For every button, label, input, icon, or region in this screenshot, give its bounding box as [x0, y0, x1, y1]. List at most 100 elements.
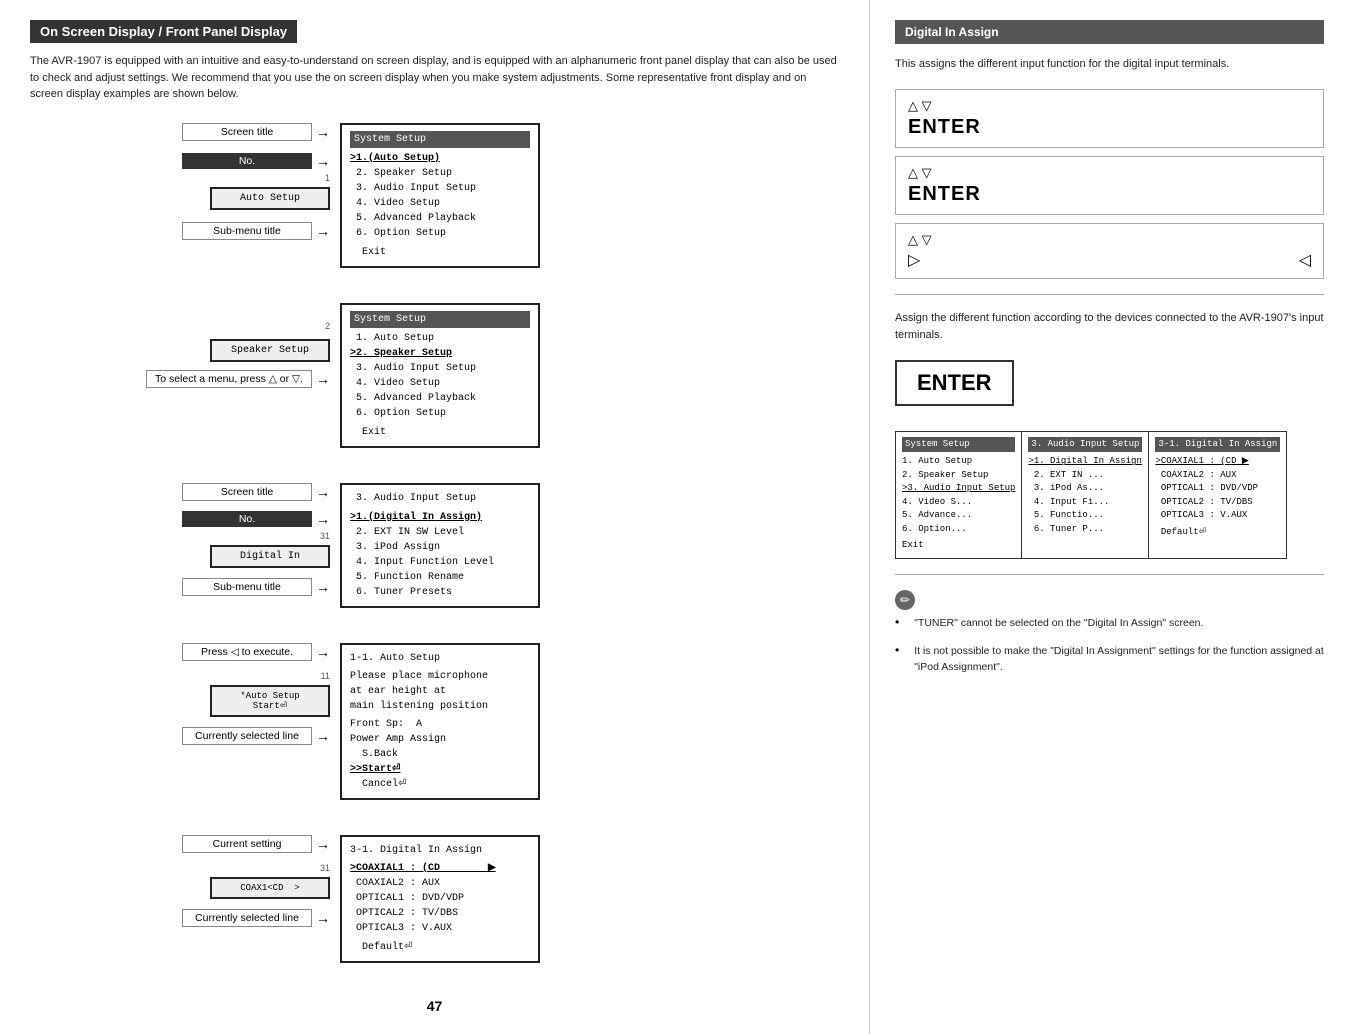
row4-left: Press ◁ to execute. → 11 *Auto Setup Sta…: [30, 643, 340, 745]
note-1: • "TUNER" cannot be selected on the "Dig…: [895, 615, 1324, 637]
step3-triangles: △ ▽: [908, 232, 1311, 248]
ns1-l6: 6. Option...: [902, 523, 1015, 537]
right-desc2: Assign the different function according …: [895, 310, 1324, 345]
ns1-l5: 5. Advance...: [902, 509, 1015, 523]
ns3-l5: OPTICAL3 : V.AUX: [1155, 509, 1280, 523]
front-display-5: COAX1<CD >: [210, 877, 330, 899]
ns2-l6: 6. Tuner P...: [1028, 523, 1142, 537]
screen3-line5: 5. Function Rename: [350, 570, 530, 585]
step3-play-icon: ▷: [908, 250, 920, 270]
screen-5: 3-1. Digital In Assign >COAXIAL1 : (CD ▶…: [340, 835, 540, 963]
label-current-setting: Current setting: [182, 835, 312, 853]
ns3-l3: OPTICAL1 : DVD/VDP: [1155, 482, 1280, 496]
nested-screen-3: 3-1. Digital In Assign >COAXIAL1 : (CD ▶…: [1148, 431, 1287, 559]
screen2-exit: Exit: [350, 425, 530, 440]
screen5-line5: OPTICAL3 : V.AUX: [350, 921, 530, 936]
ns2-l2: 2. EXT IN ...: [1028, 469, 1142, 483]
right-section-title: Digital In Assign: [895, 20, 1324, 44]
row2-screen: System Setup 1. Auto Setup >2. Speaker S…: [340, 303, 839, 448]
screen1-line6: 6. Option Setup: [350, 226, 530, 241]
screen1-line5: 5. Advanced Playback: [350, 211, 530, 226]
screen4-line5: Power Amp Assign: [350, 732, 530, 747]
screen2-line3: 3. Audio Input Setup: [350, 361, 530, 376]
step3-back-icon: ◁: [1299, 250, 1311, 270]
ns1-header: System Setup: [902, 437, 1015, 453]
step-2-box: △ ▽ ENTER: [895, 156, 1324, 215]
row1-screen: System Setup >1.(Auto Setup) 2. Speaker …: [340, 123, 839, 268]
screen-1: System Setup >1.(Auto Setup) 2. Speaker …: [340, 123, 540, 268]
ns1-l4: 4. Video S...: [902, 496, 1015, 510]
ns3-default: Default⏎: [1155, 526, 1280, 540]
right-panel: Digital In Assign This assigns the diffe…: [870, 0, 1349, 1034]
front-display-3: Digital In: [210, 545, 330, 568]
screen2-line6: 6. Option Setup: [350, 406, 530, 421]
ns2-l1: >1. Digital In Assign: [1028, 455, 1142, 469]
step2-key: ENTER: [908, 183, 1311, 206]
row4-screen: 1-1. Auto Setup Please place microphone …: [340, 643, 839, 800]
screen5-line4: OPTICAL2 : TV/DBS: [350, 906, 530, 921]
note-icon: ✏: [895, 590, 915, 610]
nested-screen-2: 3. Audio Input Setup >1. Digital In Assi…: [1021, 431, 1149, 559]
page-number: 47: [30, 998, 839, 1014]
ns1-l3: >3. Audio Input Setup: [902, 482, 1015, 496]
diagram-row-4: Press ◁ to execute. → 11 *Auto Setup Sta…: [30, 643, 839, 800]
screen3-line2: 2. EXT IN SW Level: [350, 525, 530, 540]
step-1-box: △ ▽ ENTER: [895, 89, 1324, 148]
divider-1: [895, 294, 1324, 295]
row3-left: Screen title → No. → 31 Digital In Sub-m…: [30, 483, 340, 596]
left-panel: On Screen Display / Front Panel Display …: [0, 0, 870, 1034]
screen3-line4: 4. Input Function Level: [350, 555, 530, 570]
label-currently-selected-4: Currently selected line: [182, 727, 312, 745]
screen-3: 3. Audio Input Setup >1.(Digital In Assi…: [340, 483, 540, 608]
ns2-l3: 3. iPod As...: [1028, 482, 1142, 496]
screen2-line5: 5. Advanced Playback: [350, 391, 530, 406]
screen1-line1: >1.(Auto Setup): [350, 151, 530, 166]
ns1-l1: 1. Auto Setup: [902, 455, 1015, 469]
diagram-row-3: Screen title → No. → 31 Digital In Sub-m…: [30, 483, 839, 608]
screen5-default: Default⏎: [350, 940, 530, 955]
front-display-2: Speaker Setup: [210, 339, 330, 362]
screen2-line1: 1. Auto Setup: [350, 331, 530, 346]
ns2-l4: 4. Input Fi...: [1028, 496, 1142, 510]
diagram-row-5: Current setting → 31 COAX1<CD > Currentl…: [30, 835, 839, 963]
diagram-row-1: Screen title → No. → 1 Auto Setup: [30, 123, 839, 268]
screen4-line8: Cancel⏎: [350, 777, 530, 792]
screen4-line6: S.Back: [350, 747, 530, 762]
ns1-exit: Exit: [902, 539, 1015, 553]
front-display-1: Auto Setup: [210, 187, 330, 210]
ns2-header: 3. Audio Input Setup: [1028, 437, 1142, 453]
screen1-line2: 2. Speaker Setup: [350, 166, 530, 181]
row5-screen: 3-1. Digital In Assign >COAXIAL1 : (CD ▶…: [340, 835, 839, 963]
row2-left: 2 Speaker Setup To select a menu, press …: [30, 303, 340, 388]
ns3-l4: OPTICAL2 : TV/DBS: [1155, 496, 1280, 510]
label-submenu-1: Sub-menu title: [182, 222, 312, 240]
ns1-l2: 2. Speaker Setup: [902, 469, 1015, 483]
instruction-2: To select a menu, press △ or ▽.: [146, 370, 312, 388]
screen5-line2: COAXIAL2 : AUX: [350, 876, 530, 891]
screen3-line3: 3. iPod Assign: [350, 540, 530, 555]
label-submenu-3: Sub-menu title: [182, 578, 312, 596]
screen5-line3: OPTICAL1 : DVD/VDP: [350, 891, 530, 906]
screen3-line0: 3. Audio Input Setup: [350, 491, 530, 506]
ns3-l2: COAXIAL2 : AUX: [1155, 469, 1280, 483]
row3-screen: 3. Audio Input Setup >1.(Digital In Assi…: [340, 483, 839, 608]
step2-triangles: △ ▽: [908, 165, 1311, 181]
label-currently-selected-5: Currently selected line: [182, 909, 312, 927]
screen4-line7: >>Start⏎: [350, 762, 530, 777]
screen1-exit: Exit: [350, 245, 530, 260]
nested-screens: System Setup 1. Auto Setup 2. Speaker Se…: [895, 431, 1324, 559]
screen2-line4: 4. Video Setup: [350, 376, 530, 391]
divider-2: [895, 574, 1324, 575]
screen2-line2: >2. Speaker Setup: [350, 346, 530, 361]
ns2-l5: 5. Functio...: [1028, 509, 1142, 523]
screen4-line2: at ear height at: [350, 684, 530, 699]
ns3-header: 3-1. Digital In Assign: [1155, 437, 1280, 453]
label-screen-title-3: Screen title: [182, 483, 312, 501]
note-2: • It is not possible to make the "Digita…: [895, 643, 1324, 682]
screen2-header: System Setup: [350, 311, 530, 328]
step1-triangles: △ ▽: [908, 98, 1311, 114]
screen3-line6: 6. Tuner Presets: [350, 585, 530, 600]
screen4-line1: Please place microphone: [350, 669, 530, 684]
row5-left: Current setting → 31 COAX1<CD > Currentl…: [30, 835, 340, 927]
intro-text: The AVR-1907 is equipped with an intuiti…: [30, 53, 839, 103]
